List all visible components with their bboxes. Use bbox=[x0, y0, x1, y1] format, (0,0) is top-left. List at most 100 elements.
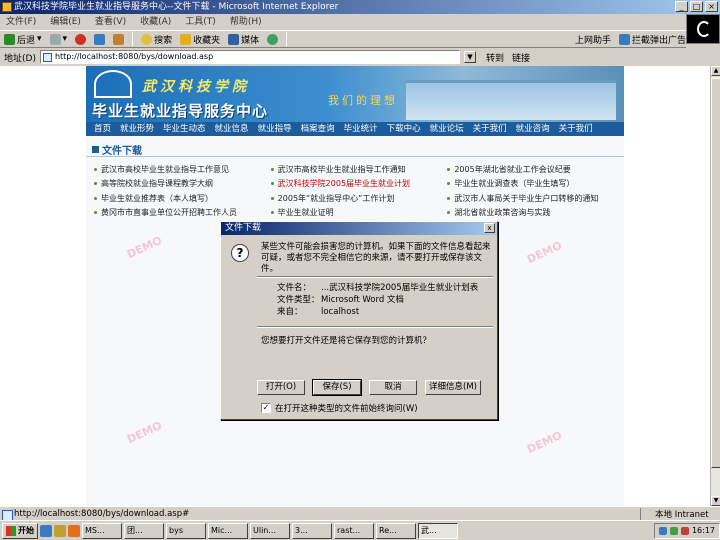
taskbar-item[interactable]: Re... bbox=[376, 522, 416, 539]
download-link[interactable]: 高等院校就业指导课程教学大纲 bbox=[94, 178, 271, 189]
open-or-save-question: 您想要打开文件还是将它保存到您的计算机？ bbox=[261, 336, 432, 346]
taskbar-item[interactable]: MS... bbox=[82, 522, 122, 539]
start-button[interactable]: 开始 bbox=[2, 522, 38, 539]
scroll-down-button[interactable]: ▼ bbox=[711, 496, 720, 506]
nav-item[interactable]: 就业形势 bbox=[120, 122, 154, 136]
download-link[interactable]: 武汉市高校毕业生就业指导工作通知 bbox=[270, 164, 448, 175]
media-button[interactable]: 媒体 bbox=[228, 33, 259, 46]
menu-file[interactable]: 文件(F) bbox=[6, 14, 36, 30]
dialog-close-button[interactable]: x bbox=[484, 223, 495, 233]
menu-tools[interactable]: 工具(T) bbox=[185, 14, 216, 30]
link-row: 高等院校就业指导课程教学大纲 武汉科技学院2005届毕业生就业计划 毕业生就业调… bbox=[94, 177, 624, 192]
download-link[interactable]: 2005年湖北省就业工作会议纪要 bbox=[447, 164, 624, 175]
menu-edit[interactable]: 编辑(E) bbox=[50, 14, 81, 30]
download-link-active[interactable]: 武汉科技学院2005届毕业生就业计划 bbox=[270, 178, 448, 189]
nav-item[interactable]: 下载中心 bbox=[387, 122, 421, 136]
file-name-value: ...武汉科技学院2005届毕业生就业计划表 bbox=[321, 283, 479, 293]
file-download-dialog: 文件下载 x ? 某些文件可能会损害您的计算机。如果下面的文件信息看起来可疑，或… bbox=[220, 221, 498, 420]
address-input[interactable]: http://localhost:8080/bys/download.asp bbox=[39, 50, 460, 64]
close-button[interactable]: × bbox=[705, 1, 718, 12]
file-name-label: 文件名： bbox=[277, 283, 312, 293]
taskbar-item[interactable]: Mic... bbox=[208, 522, 248, 539]
quicklaunch-desktop-icon[interactable] bbox=[54, 524, 66, 537]
divider bbox=[257, 326, 493, 328]
go-button[interactable]: 转到 bbox=[486, 51, 504, 64]
stop-button[interactable] bbox=[75, 33, 87, 45]
nav-item[interactable]: 档案查询 bbox=[301, 122, 335, 136]
bullet-icon bbox=[447, 211, 451, 215]
popup-blocker-button[interactable]: 拦截弹出广告 bbox=[618, 33, 686, 46]
taskbar-item-active[interactable]: 武... bbox=[418, 522, 458, 539]
antivirus-icon[interactable] bbox=[680, 526, 689, 535]
save-button[interactable]: 保存(S) bbox=[312, 379, 362, 396]
download-link[interactable]: 2005年“就业指导中心”工作计划 bbox=[270, 193, 448, 204]
download-link[interactable]: 武汉市人事局关于毕业生户口转移的通知 bbox=[447, 193, 624, 204]
download-link[interactable]: 毕业生就业调查表（毕业生填写） bbox=[447, 178, 624, 189]
taskbar-item[interactable]: bys bbox=[166, 522, 206, 539]
nav-item[interactable]: 毕业统计 bbox=[344, 122, 378, 136]
address-dropdown-button[interactable]: ▼ bbox=[463, 51, 476, 63]
nav-item[interactable]: 就业指导 bbox=[258, 122, 292, 136]
quicklaunch-ie-icon[interactable] bbox=[40, 524, 52, 537]
forward-button[interactable]: ▾ bbox=[49, 33, 67, 45]
nav-item[interactable]: 关于我们 bbox=[473, 122, 507, 136]
download-link[interactable]: 武汉市高校毕业生就业指导工作意见 bbox=[94, 164, 271, 175]
dialog-title: 文件下载 bbox=[225, 223, 262, 233]
cancel-button[interactable]: 取消 bbox=[369, 380, 417, 395]
search-button[interactable]: 搜索 bbox=[141, 33, 172, 46]
taskbar-item[interactable]: rast... bbox=[334, 522, 374, 539]
back-button[interactable]: 后退 ▾ bbox=[4, 33, 42, 46]
nav-item[interactable]: 关于我们 bbox=[559, 122, 593, 136]
watermark: DEMO bbox=[524, 238, 564, 267]
quicklaunch-media-icon[interactable] bbox=[68, 524, 80, 537]
open-button[interactable]: 打开(O) bbox=[257, 380, 305, 395]
nav-item[interactable]: 就业信息 bbox=[215, 122, 249, 136]
favorites-button[interactable]: 收藏夹 bbox=[180, 33, 220, 46]
volume-icon[interactable] bbox=[669, 526, 678, 535]
minimize-button[interactable]: _ bbox=[675, 1, 688, 12]
windows-logo-icon bbox=[6, 525, 16, 536]
address-bar: 地址(D) http://localhost:8080/bys/download… bbox=[0, 48, 720, 66]
watermark: DEMO bbox=[124, 233, 164, 262]
status-bar: http://localhost:8080/bys/download.asp# … bbox=[0, 506, 720, 521]
download-link[interactable]: 毕业生就业证明 bbox=[270, 207, 448, 218]
ie-page-icon bbox=[2, 2, 12, 12]
taskbar-item[interactable]: 3... bbox=[292, 522, 332, 539]
more-info-button[interactable]: 详细信息(M) bbox=[425, 380, 481, 395]
menu-help[interactable]: 帮助(H) bbox=[230, 14, 262, 30]
nav-item[interactable]: 就业论坛 bbox=[430, 122, 464, 136]
bullet-icon bbox=[447, 167, 451, 171]
bullet-icon bbox=[447, 196, 451, 200]
links-button[interactable]: 链接 bbox=[512, 51, 530, 64]
nav-item[interactable]: 就业咨询 bbox=[516, 122, 550, 136]
watermark: DEMO bbox=[124, 418, 164, 447]
history-button[interactable] bbox=[267, 33, 279, 45]
section-title: 文件下载 bbox=[92, 142, 142, 157]
network-icon[interactable] bbox=[658, 526, 667, 535]
download-link[interactable]: 黄冈市市直事业单位公开招聘工作人员 bbox=[94, 207, 271, 218]
home-button[interactable] bbox=[113, 33, 125, 45]
security-warning: 某些文件可能会损害您的计算机。如果下面的文件信息看起来可疑，或者您不完全相信它的… bbox=[261, 242, 491, 274]
always-ask-checkbox[interactable]: ✓ bbox=[261, 403, 271, 413]
file-type-label: 文件类型： bbox=[277, 295, 320, 305]
scroll-up-button[interactable]: ▲ bbox=[711, 66, 720, 76]
maximize-button[interactable]: □ bbox=[690, 1, 703, 12]
dialog-buttons: 打开(O) 保存(S) 取消 详细信息(M) bbox=[257, 379, 481, 396]
nav-item[interactable]: 毕业生动态 bbox=[163, 122, 206, 136]
addon-toolbar-button[interactable]: 上网助手 bbox=[575, 33, 611, 46]
nav-item[interactable]: 首页 bbox=[94, 122, 111, 136]
taskbar-item[interactable]: Ulin... bbox=[250, 522, 290, 539]
scroll-thumb[interactable] bbox=[711, 78, 720, 468]
always-ask-option[interactable]: ✓ 在打开这种类型的文件前始终询问(W) bbox=[261, 402, 418, 414]
taskbar-item[interactable]: 团... bbox=[124, 522, 164, 539]
download-link[interactable]: 湖北省就业政策咨询与实践 bbox=[447, 207, 624, 218]
refresh-button[interactable] bbox=[94, 33, 106, 45]
media-icon bbox=[228, 33, 240, 45]
download-list: 武汉市高校毕业生就业指导工作意见 武汉市高校毕业生就业指导工作通知 2005年湖… bbox=[94, 162, 624, 220]
menu-view[interactable]: 查看(V) bbox=[95, 14, 126, 30]
star-icon bbox=[180, 33, 192, 45]
menu-favorites[interactable]: 收藏(A) bbox=[140, 14, 171, 30]
vertical-scrollbar[interactable]: ▲ ▼ bbox=[710, 66, 720, 506]
center-name: 毕业生就业指导服务中心 bbox=[92, 102, 269, 120]
download-link[interactable]: 毕业生就业推荐表（本人填写） bbox=[94, 193, 271, 204]
